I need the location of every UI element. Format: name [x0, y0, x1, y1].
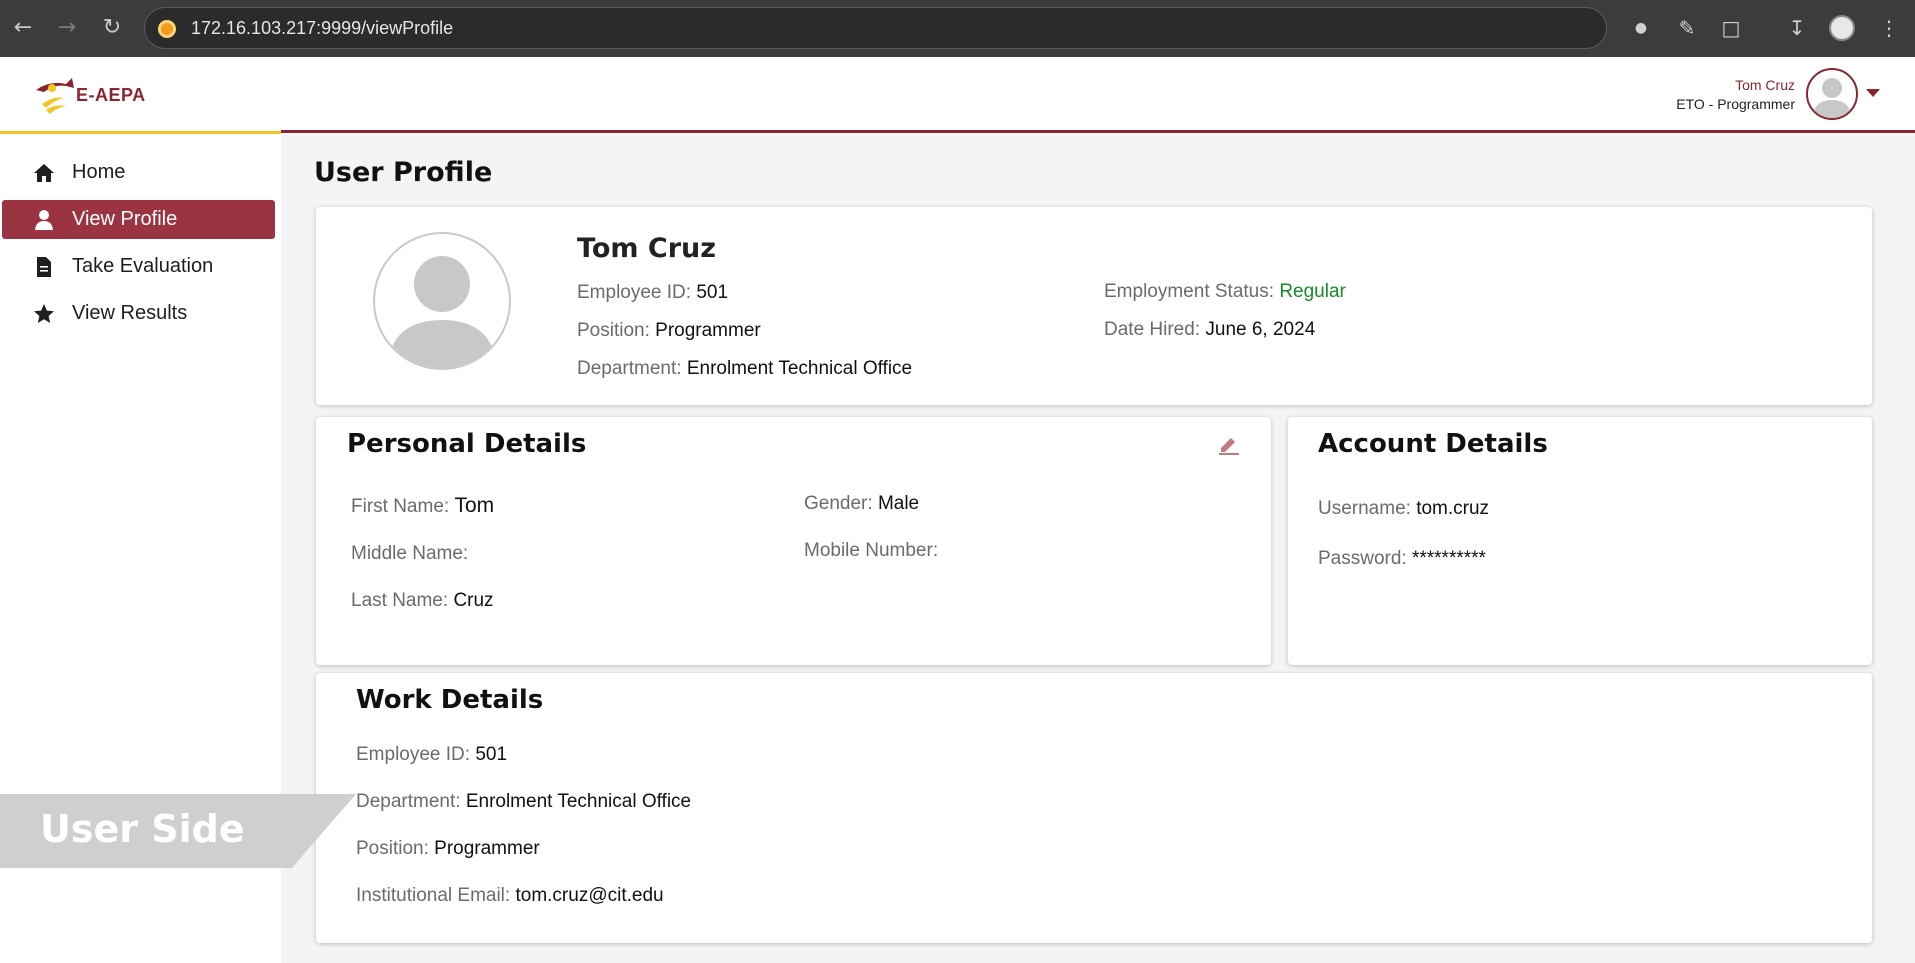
field-label: Mobile Number:: [804, 540, 939, 561]
star-icon: [34, 304, 54, 323]
profile-position: Position: Programmer: [577, 320, 761, 342]
sidebar-item-label: View Results: [72, 302, 188, 324]
field-value: Programmer: [655, 320, 761, 341]
sidebar-item-label: View Profile: [72, 208, 178, 230]
field-label: Employment Status:: [1104, 281, 1275, 302]
home-icon: [34, 164, 54, 182]
field-label: Date Hired:: [1104, 319, 1201, 340]
field-value: Programmer: [434, 838, 540, 859]
personal-last-name: Last Name: Cruz: [351, 590, 494, 612]
site-info-icon[interactable]: [158, 20, 176, 38]
user-menu-caret-icon[interactable]: [1866, 89, 1880, 97]
watermark-text: User Side: [40, 807, 245, 851]
field-label: Employee ID:: [356, 744, 471, 765]
personal-gender: Gender: Male: [804, 493, 919, 515]
avatar-placeholder-icon: [1812, 78, 1852, 118]
tracking-icon[interactable]: ●: [1628, 15, 1654, 41]
back-arrow-icon[interactable]: ←: [9, 14, 37, 42]
account-details-title: Account Details: [1318, 429, 1548, 459]
profile-date-hired: Date Hired: June 6, 2024: [1104, 319, 1315, 341]
eyedropper-icon[interactable]: ✎: [1674, 15, 1700, 41]
user-icon: [35, 210, 53, 230]
app-header: [0, 57, 1915, 133]
field-label: Department:: [577, 358, 682, 379]
field-label: Position:: [577, 320, 650, 341]
profile-department: Department: Enrolment Technical Office: [577, 358, 912, 380]
header-avatar[interactable]: [1806, 68, 1858, 120]
reload-icon[interactable]: ↻: [98, 14, 126, 42]
personal-middle-name: Middle Name:: [351, 543, 468, 565]
field-value: Tom: [454, 494, 495, 517]
field-value: 501: [475, 744, 508, 765]
field-label: Password:: [1318, 548, 1407, 569]
field-value: tom.cruz: [1416, 498, 1490, 519]
personal-first-name: First Name: Tom: [351, 494, 494, 518]
field-label: First Name:: [351, 496, 450, 517]
page-title: User Profile: [314, 157, 493, 188]
field-value: Male: [877, 493, 920, 514]
field-value: Enrolment Technical Office: [686, 358, 913, 379]
field-label: Employee ID:: [577, 282, 692, 303]
edit-pencil-icon[interactable]: [1217, 432, 1241, 456]
field-label: Gender:: [804, 493, 873, 514]
personal-mobile-number: Mobile Number:: [804, 540, 938, 562]
sidebar-item-view-profile[interactable]: View Profile: [2, 200, 275, 239]
status-value: Regular: [1279, 281, 1346, 302]
field-value: tom.cruz@cit.edu: [515, 885, 664, 906]
field-label: Middle Name:: [351, 543, 469, 564]
field-value: 501: [696, 282, 729, 303]
profile-employee-id: Employee ID: 501: [577, 282, 728, 304]
field-value: **********: [1411, 548, 1486, 569]
browser-profile-icon[interactable]: [1829, 15, 1855, 41]
personal-details-title: Personal Details: [347, 429, 587, 459]
work-details-title: Work Details: [356, 685, 544, 715]
sidebar-item-take-evaluation[interactable]: Take Evaluation: [2, 247, 275, 286]
field-value: Enrolment Technical Office: [465, 791, 692, 812]
address-url[interactable]: 172.16.103.217:9999/viewProfile: [191, 18, 453, 39]
header-user-role: ETO - Programmer: [1676, 96, 1795, 112]
field-label: Last Name:: [351, 590, 449, 611]
sidebar-item-view-results[interactable]: View Results: [2, 294, 275, 333]
account-password: Password: **********: [1318, 548, 1486, 570]
forward-arrow-icon[interactable]: →: [53, 14, 81, 42]
browser-toolbar: ← → ↻ 172.16.103.217:9999/viewProfile ● …: [0, 0, 1915, 57]
address-bar[interactable]: 172.16.103.217:9999/viewProfile: [144, 7, 1607, 49]
logo-text[interactable]: E-AEPA: [76, 85, 146, 106]
avatar-placeholder-icon: [387, 256, 497, 368]
profile-avatar: [373, 232, 511, 370]
field-label: Position:: [356, 838, 429, 859]
profile-summary-card: [316, 207, 1872, 405]
field-label: Department:: [356, 791, 461, 812]
extensions-icon[interactable]: □: [1718, 15, 1744, 41]
sidebar-item-home[interactable]: Home: [2, 153, 275, 192]
sidebar-item-label: Take Evaluation: [72, 255, 214, 277]
profile-employment-status: Employment Status: Regular: [1104, 281, 1346, 303]
work-position: Position: Programmer: [356, 838, 540, 860]
browser-menu-icon[interactable]: ⋮: [1876, 15, 1902, 41]
header-divider-line: [281, 130, 1915, 133]
account-username: Username: tom.cruz: [1318, 498, 1489, 520]
download-icon[interactable]: ↧: [1784, 15, 1810, 41]
work-institutional-email: Institutional Email: tom.cruz@cit.edu: [356, 885, 664, 907]
header-user-name: Tom Cruz: [1735, 77, 1795, 93]
field-label: Username:: [1318, 498, 1411, 519]
profile-name: Tom Cruz: [577, 233, 716, 264]
sidebar-item-label: Home: [72, 161, 126, 183]
field-value: June 6, 2024: [1205, 319, 1316, 340]
document-icon: [37, 257, 51, 277]
field-value: Cruz: [453, 590, 494, 611]
field-label: Institutional Email:: [356, 885, 511, 906]
work-employee-id: Employee ID: 501: [356, 744, 507, 766]
work-department: Department: Enrolment Technical Office: [356, 791, 691, 813]
